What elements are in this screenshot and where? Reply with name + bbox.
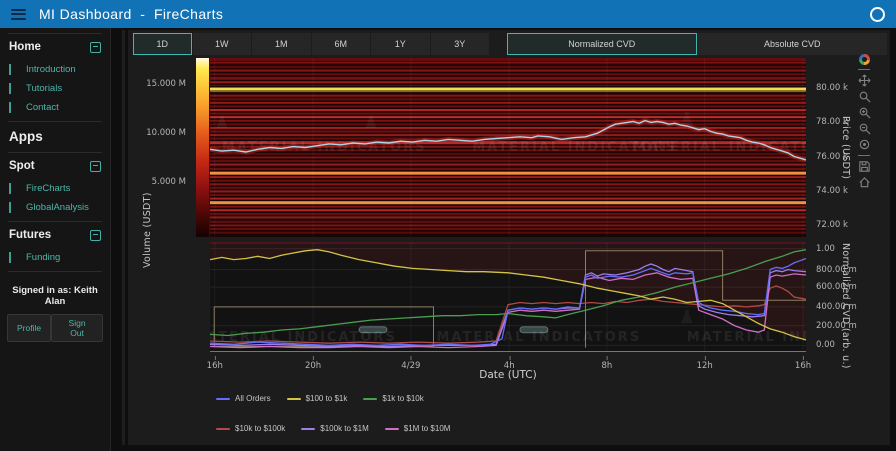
sidebar-item-tutorials[interactable]: Tutorials [9, 83, 110, 94]
sidebar-section-home[interactable]: Home [9, 41, 41, 53]
main-panel: 1D 1W 1M 6M 1Y 3Y Normalized CVD Absolut… [128, 30, 890, 445]
y-tick-label: 15.000 M [146, 79, 186, 89]
legend-label: $1M to $10M [404, 424, 451, 433]
legend-row: $10k to $100k $100k to $1M $1M to $10M [216, 424, 450, 433]
divider [8, 33, 102, 34]
legend-item[interactable]: $1M to $10M [385, 424, 451, 433]
modebar-separator [858, 69, 870, 70]
y-tick-label: 1.00 [816, 244, 835, 254]
divider [8, 221, 102, 222]
sidebar-section-spot[interactable]: Spot [9, 160, 35, 172]
sidebar-item-contact[interactable]: Contact [9, 102, 110, 113]
plotly-modebar [855, 54, 873, 189]
divider [8, 271, 102, 272]
y-tick-label: 72.00 k [816, 220, 848, 230]
range-button-1w[interactable]: 1W [193, 33, 252, 55]
signout-button[interactable]: Sign Out [51, 314, 103, 342]
sidebar-section-futures[interactable]: Futures [9, 229, 51, 241]
cvd-tick-labels: 1.00800.00 m600.00 m400.00 m200.00 m0.00 [812, 242, 860, 352]
legend-label: All Orders [235, 394, 271, 403]
legend-swatch-icon [363, 398, 377, 400]
collapse-icon[interactable] [90, 230, 101, 241]
legend-label: $100k to $1M [320, 424, 368, 433]
y-tick-label: 80.00 k [816, 83, 848, 93]
signed-in-label: Signed in as: Keith Alan [0, 276, 110, 314]
timerange-group: 1D 1W 1M 6M 1Y 3Y [133, 33, 489, 55]
collapse-icon[interactable] [90, 161, 101, 172]
plotly-logo-icon[interactable] [859, 54, 870, 65]
normalized-cvd-plot[interactable]: MATERIAL INDICATORSMATERIAL INDICATORSMA… [210, 242, 806, 352]
range-button-3y[interactable]: 3Y [431, 33, 490, 55]
y-tick-label: 0.00 [816, 340, 835, 350]
absolute-cvd-button[interactable]: Absolute CVD [698, 33, 888, 55]
price-tick-labels: 80.00 k78.00 k76.00 k74.00 k72.00 k [812, 58, 858, 237]
x-axis-title: Date (UTC) [210, 369, 806, 381]
legend-item[interactable]: $10k to $100k [216, 424, 285, 433]
cvd-axis-title: Normalized CVD (arb. u.) [840, 243, 851, 369]
legend-item[interactable]: $100 to $1k [287, 394, 348, 403]
volume-axis-title: Volume (USDT) [142, 178, 153, 268]
legend-label: $1k to $10k [382, 394, 423, 403]
cvd-mode-group: Normalized CVD Absolute CVD [507, 33, 887, 55]
legend-swatch-icon [287, 398, 301, 400]
range-button-1y[interactable]: 1Y [371, 33, 430, 55]
legend-swatch-icon [216, 398, 230, 400]
legend-row: All Orders $100 to $1k $1k to $10k [216, 394, 424, 403]
menu-icon[interactable] [11, 9, 26, 20]
volume-colorbar [196, 58, 209, 237]
normalized-cvd-button[interactable]: Normalized CVD [507, 33, 697, 55]
pan-icon[interactable] [858, 74, 871, 87]
sidebar-section-apps: Apps [9, 129, 43, 144]
scrollbar[interactable] [122, 30, 125, 445]
legend-swatch-icon [301, 428, 315, 430]
legend-label: $10k to $100k [235, 424, 285, 433]
collapse-icon[interactable] [90, 42, 101, 53]
y-tick-label: 5.000 M [152, 177, 186, 187]
divider [8, 152, 102, 153]
profile-button[interactable]: Profile [7, 314, 51, 342]
legend-item[interactable]: $1k to $10k [363, 394, 423, 403]
svg-text:MATERIAL INDICATORS: MATERIAL INDICATORS [687, 330, 806, 345]
legend-swatch-icon [385, 428, 399, 430]
sidebar-item-funding[interactable]: Funding [9, 252, 110, 263]
modebar-separator [858, 155, 870, 156]
save-icon[interactable] [858, 160, 871, 173]
status-ring-icon[interactable] [870, 7, 885, 22]
zoom-icon[interactable] [858, 90, 871, 103]
legend-item[interactable]: All Orders [216, 394, 271, 403]
sidebar: Home Introduction Tutorials Contact Apps… [0, 28, 111, 451]
divider [8, 121, 102, 122]
x-axis-tick-labels: 16h20h4/294h8h12h16h [210, 356, 806, 368]
sidebar-item-globalanalysis[interactable]: GlobalAnalysis [9, 202, 110, 213]
reset-axes-icon[interactable] [858, 176, 871, 189]
app-title: MI Dashboard - FireCharts [39, 6, 223, 22]
price-axis-title: Price (USDT) [840, 116, 851, 179]
range-button-1m[interactable]: 1M [252, 33, 311, 55]
app-header: MI Dashboard - FireCharts [0, 0, 896, 28]
liquidity-heatmap-plot[interactable]: MATERIAL INDICATORSMATERIAL INDICATORSMA… [210, 58, 806, 237]
legend-swatch-icon [216, 428, 230, 430]
sidebar-item-firecharts[interactable]: FireCharts [9, 183, 110, 194]
zoom-in-icon[interactable] [858, 106, 871, 119]
range-button-6m[interactable]: 6M [312, 33, 371, 55]
range-button-1d[interactable]: 1D [133, 33, 192, 55]
y-tick-label: 74.00 k [816, 186, 848, 196]
sidebar-item-introduction[interactable]: Introduction [9, 64, 110, 75]
autoscale-icon[interactable] [858, 138, 871, 151]
legend-item[interactable]: $100k to $1M [301, 424, 368, 433]
zoom-out-icon[interactable] [858, 122, 871, 135]
legend-label: $100 to $1k [306, 394, 348, 403]
y-tick-label: 10.000 M [146, 128, 186, 138]
